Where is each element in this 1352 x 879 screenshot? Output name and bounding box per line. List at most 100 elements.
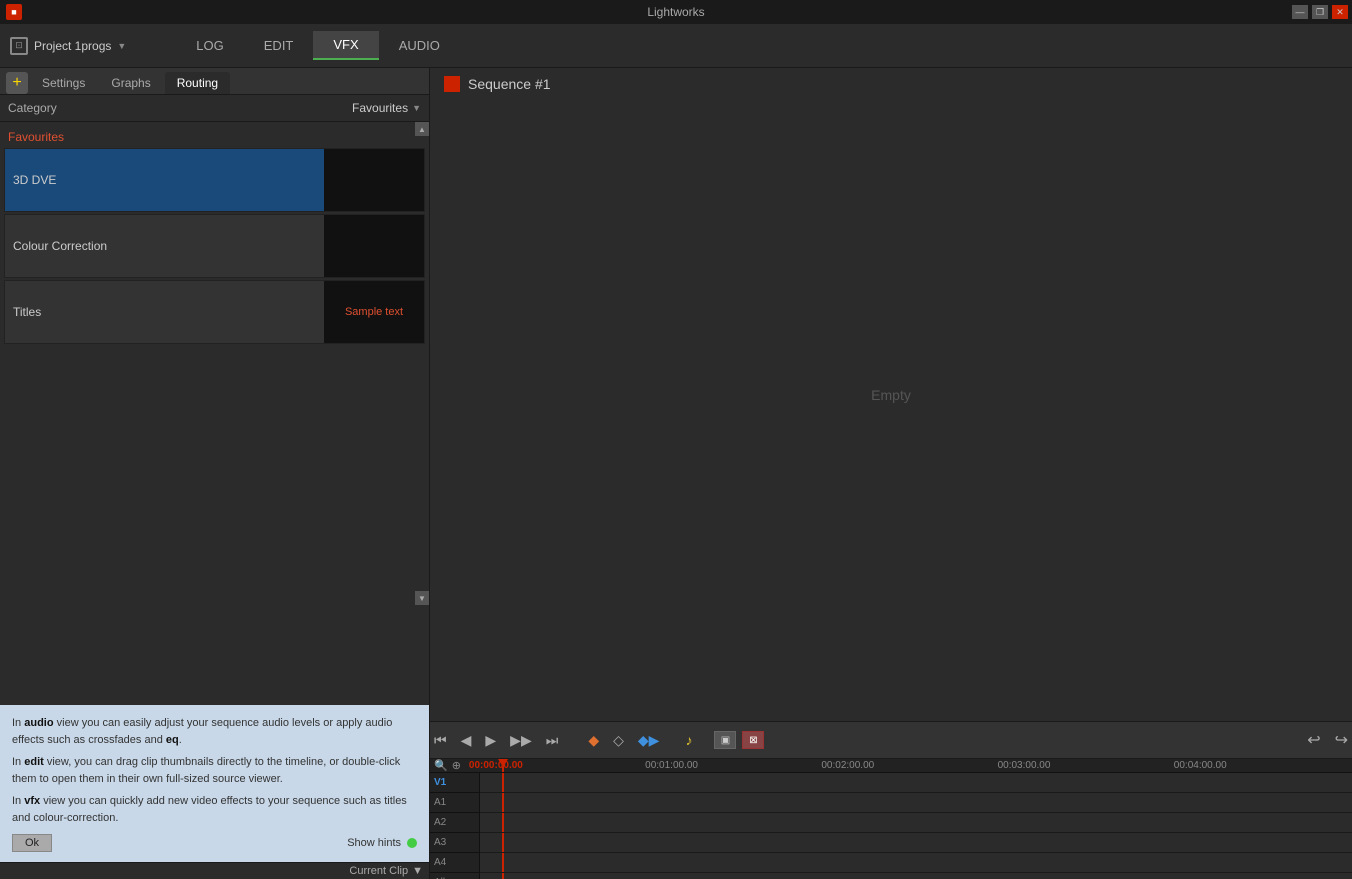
timeline-timecodes: 00:00:00.00 00:01:00.00 00:02:00.00 00:0… xyxy=(467,760,1348,771)
overwrite-button[interactable]: ⊠ xyxy=(742,731,764,749)
close-button[interactable]: ✕ xyxy=(1332,5,1348,19)
hint-bold-vfx: vfx xyxy=(24,795,40,807)
left-panel: + Settings Graphs Routing Category Favou… xyxy=(0,68,430,879)
tab-settings[interactable]: Settings xyxy=(30,72,97,94)
effects-group-header: Favourites xyxy=(0,126,429,148)
effect-thumb-colour-correction xyxy=(324,215,424,277)
sequence-title: Sequence #1 xyxy=(468,76,551,92)
prev-frame-button[interactable]: ◀ xyxy=(457,730,476,751)
current-clip-arrow-icon: ▼ xyxy=(412,865,423,877)
tab-edit[interactable]: EDIT xyxy=(244,31,314,60)
playhead-line-a1 xyxy=(502,793,504,812)
category-arrow-icon: ▼ xyxy=(412,103,421,113)
timeline: 🔍 ⊕ 00:00:00.00 00:01:00.00 00:02:00.00 … xyxy=(430,759,1352,879)
effect-label-colour-correction: Colour Correction xyxy=(5,215,324,277)
go-end-button[interactable]: ⏭ xyxy=(542,730,563,751)
zoom-out-icon[interactable]: 🔍 xyxy=(434,759,448,772)
current-clip-label: Current Clip xyxy=(349,865,408,877)
effect-label-titles: Titles xyxy=(5,281,324,343)
app-title: Lightworks xyxy=(647,5,704,19)
timeline-ruler: 🔍 ⊕ 00:00:00.00 00:01:00.00 00:02:00.00 … xyxy=(430,759,1352,773)
project-dropdown-arrow: ▼ xyxy=(117,41,126,51)
project-name: Project 1progs xyxy=(34,39,111,53)
track-label-a3: A3 xyxy=(430,833,479,853)
redo-button[interactable]: ↪ xyxy=(1331,728,1352,752)
effect-item-colour-correction[interactable]: Colour Correction xyxy=(4,214,425,278)
tab-graphs[interactable]: Graphs xyxy=(99,72,162,94)
track-label-a2: A2 xyxy=(430,813,479,833)
timecode-1: 00:01:00.00 xyxy=(643,760,819,771)
track-label-all: All xyxy=(430,873,479,879)
sequence-header: Sequence #1 xyxy=(444,76,551,92)
category-row: Category Favourites ▼ xyxy=(0,95,429,122)
hint-bold-audio: audio xyxy=(24,717,53,729)
project-icon: ⊡ xyxy=(10,37,28,55)
effect-item-titles[interactable]: Titles Sample text xyxy=(4,280,425,344)
playhead-triangle-icon xyxy=(498,759,508,767)
track-row-a3 xyxy=(480,833,1352,853)
play-button[interactable]: ▶ xyxy=(481,730,500,751)
hint-bold-eq: eq xyxy=(166,734,179,746)
sample-text-label: Sample text xyxy=(345,306,403,318)
track-row-a4 xyxy=(480,853,1352,873)
project-selector[interactable]: ⊡ Project 1progs ▼ xyxy=(10,37,126,55)
undo-button[interactable]: ↩ xyxy=(1303,728,1324,752)
track-label-v1: V1 xyxy=(430,773,479,793)
hint-paragraph-1: In audio view you can easily adjust your… xyxy=(12,715,417,748)
category-dropdown[interactable]: Favourites ▼ xyxy=(352,101,421,115)
transport-bar: ⏮ ◀ ▶ ▶▶ ⏭ ◆ ◇ ◆▶ ♪ ▣ ⊠ ↩ ↪ xyxy=(430,721,1352,759)
playhead-line-a2 xyxy=(502,813,504,832)
playhead-line-a4 xyxy=(502,853,504,872)
effect-thumb-3d-dve xyxy=(324,149,424,211)
hint-paragraph-2: In edit view, you can drag clip thumbnai… xyxy=(12,754,417,787)
current-clip-selector[interactable]: Current Clip ▼ xyxy=(349,865,423,877)
tracks-area xyxy=(480,773,1352,879)
tab-vfx[interactable]: VFX xyxy=(313,31,378,60)
app-icon: ■ xyxy=(6,4,22,20)
effect-thumb-titles: Sample text xyxy=(324,281,424,343)
window-controls: — ❐ ✕ xyxy=(1292,5,1348,19)
tab-log[interactable]: LOG xyxy=(176,31,243,60)
tab-audio[interactable]: AUDIO xyxy=(379,31,460,60)
mark-in-button[interactable]: ◆ xyxy=(584,730,603,751)
effect-label-3d-dve: 3D DVE xyxy=(5,149,324,211)
ok-button[interactable]: Ok xyxy=(12,834,52,852)
zoom-in-icon[interactable]: ⊕ xyxy=(452,759,461,772)
effect-item-3d-dve[interactable]: 3D DVE xyxy=(4,148,425,212)
playhead-line-all xyxy=(502,873,504,879)
mark-out-button[interactable]: ◆▶ xyxy=(634,730,664,751)
show-hints-indicator xyxy=(407,838,417,848)
playhead xyxy=(502,759,504,772)
track-labels: V1 A1 A2 A3 A4 All xyxy=(430,773,480,879)
playhead-line-v1 xyxy=(502,773,504,792)
add-tab-button[interactable]: + xyxy=(6,72,28,94)
minimize-button[interactable]: — xyxy=(1292,5,1308,19)
track-row-all xyxy=(480,873,1352,879)
mark-mid-button[interactable]: ◇ xyxy=(609,730,628,751)
viewer-empty-label: Empty xyxy=(871,387,911,403)
scroll-up-button[interactable]: ▲ xyxy=(415,122,429,136)
left-tab-bar: + Settings Graphs Routing xyxy=(0,68,429,95)
restore-button[interactable]: ❐ xyxy=(1312,5,1328,19)
track-row-a1 xyxy=(480,793,1352,813)
next-frame-button[interactable]: ▶▶ xyxy=(506,730,536,751)
title-bar: ■ Lightworks — ❐ ✕ xyxy=(0,0,1352,24)
show-hints-toggle[interactable]: Show hints xyxy=(347,835,417,852)
go-start-button[interactable]: ⏮ xyxy=(430,730,451,751)
timecode-3: 00:03:00.00 xyxy=(996,760,1172,771)
timecode-2: 00:02:00.00 xyxy=(819,760,995,771)
viewer: Sequence #1 Empty xyxy=(430,68,1352,721)
nav-bar: ⊡ Project 1progs ▼ LOG EDIT VFX AUDIO xyxy=(0,24,1352,68)
track-row-v1 xyxy=(480,773,1352,793)
track-label-a4: A4 xyxy=(430,853,479,873)
scroll-down-button[interactable]: ▼ xyxy=(415,591,429,605)
show-hints-label: Show hints xyxy=(347,835,401,852)
nav-tabs: LOG EDIT VFX AUDIO xyxy=(176,31,460,60)
insert-button[interactable]: ▣ xyxy=(714,731,736,749)
sequence-flag-icon xyxy=(444,76,460,92)
tab-routing[interactable]: Routing xyxy=(165,72,230,94)
audio-toggle-button[interactable]: ♪ xyxy=(681,730,696,750)
effects-list: Favourites 3D DVE Colour Correction Titl… xyxy=(0,122,429,705)
category-label: Category xyxy=(8,101,57,115)
timeline-zoom-icons: 🔍 ⊕ xyxy=(434,759,467,772)
